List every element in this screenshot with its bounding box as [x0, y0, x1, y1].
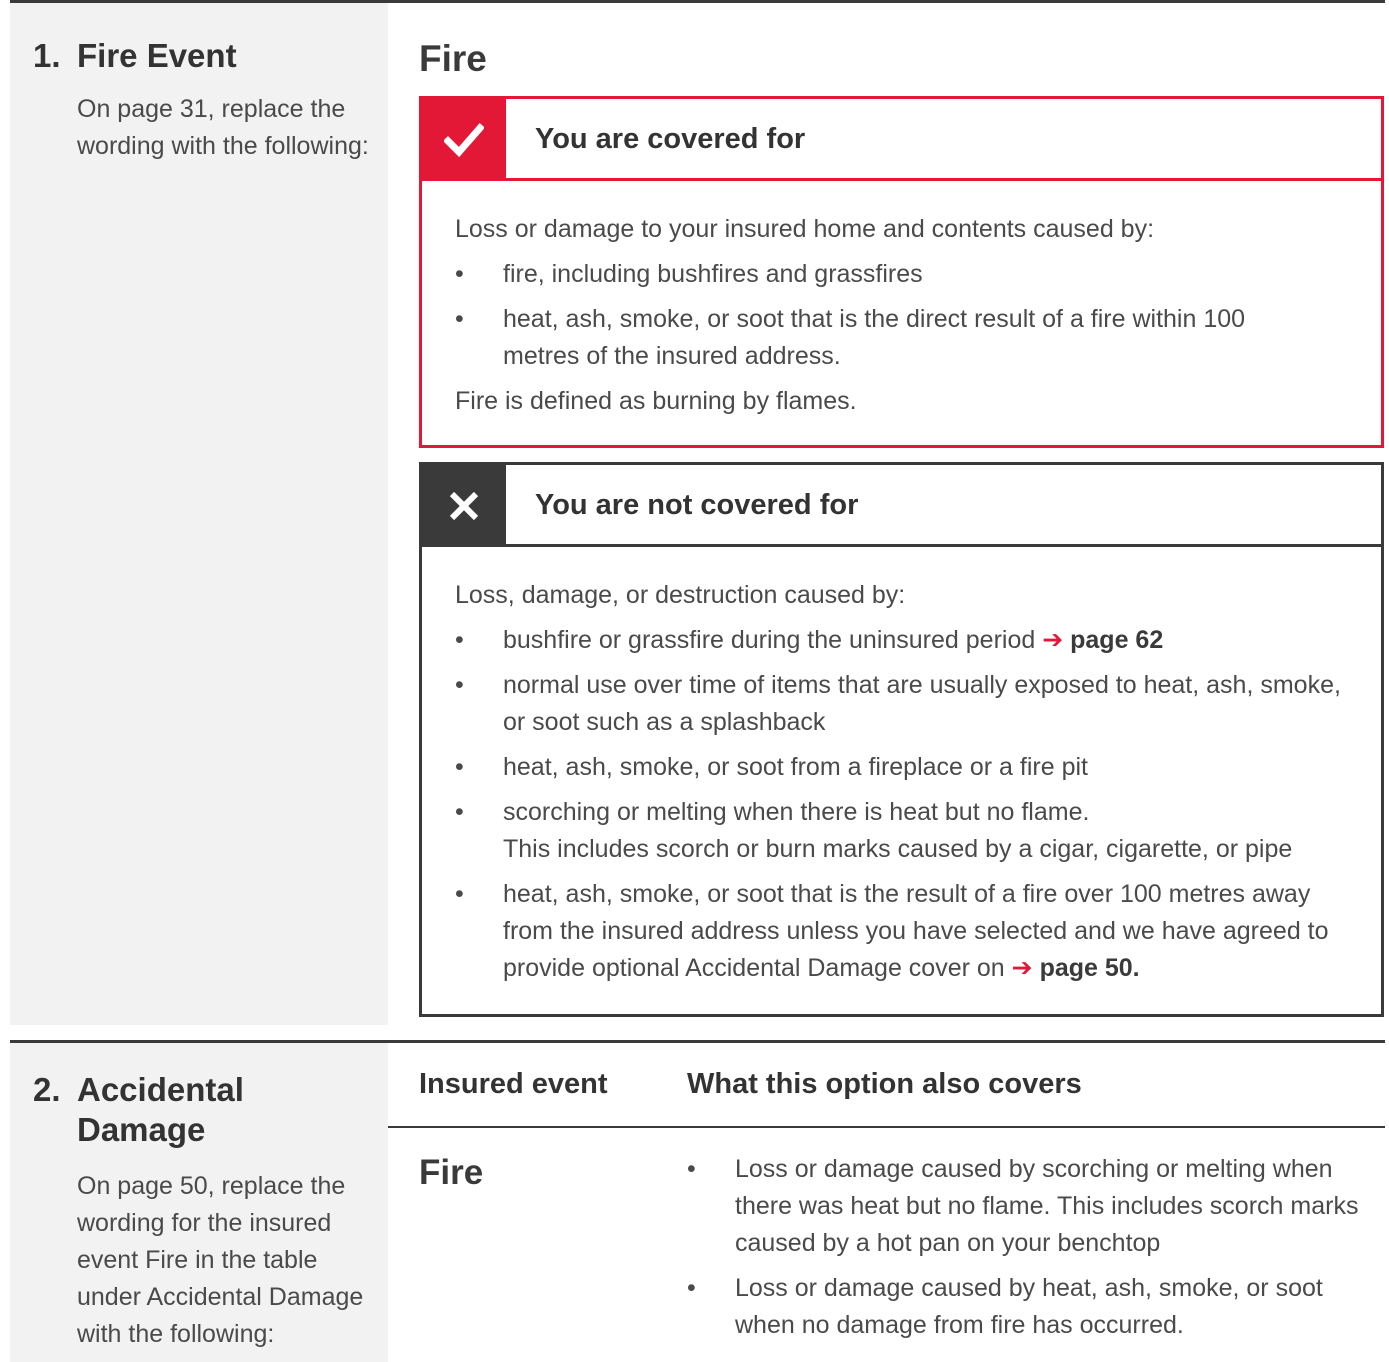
- table-cover-list: • Loss or damage caused by scorching or m…: [687, 1151, 1367, 1352]
- table-header-insured-event: Insured event: [419, 1068, 608, 1100]
- section-heading-text: Accidental: [77, 1071, 244, 1108]
- covered-box-header: You are covered for: [422, 99, 1381, 181]
- arrow-right-icon: ➔: [1011, 954, 1033, 982]
- not-covered-box: You are not covered for Loss, damage, or…: [419, 462, 1384, 1017]
- section-fire-event: 1. Fire Event On page 31, replace the wor…: [10, 0, 1385, 1025]
- list-item: • heat, ash, smoke, or soot that is the r…: [455, 880, 1329, 982]
- section-instruction: On page 50, replace the wording for the …: [77, 1172, 364, 1348]
- page-reference[interactable]: page 62: [1070, 626, 1163, 654]
- list-item: • bushfire or grassfire during the uninsu…: [455, 626, 1164, 654]
- close-icon: [422, 465, 506, 547]
- left-panel: 2. Accidental Damage On page 50, replace …: [10, 1043, 388, 1362]
- section-heading-text-line2: Damage: [77, 1111, 206, 1148]
- not-covered-intro: Loss, damage, or destruction caused by:: [455, 581, 906, 609]
- list-item: • heat, ash, smoke, or soot that is the d…: [455, 305, 1246, 370]
- section-heading: 1. Fire Event: [33, 36, 237, 76]
- not-covered-box-header: You are not covered for: [422, 465, 1381, 547]
- covered-box: You are covered for Loss or damage to yo…: [419, 96, 1384, 448]
- table-event-name: Fire: [419, 1153, 484, 1192]
- section-heading: 2. Accidental Damage: [33, 1070, 244, 1150]
- section-instruction: On page 31, replace the wording with the…: [77, 95, 369, 160]
- section-heading-text: Fire Event: [77, 37, 237, 74]
- not-covered-heading: You are not covered for: [535, 489, 859, 521]
- list-item: • heat, ash, smoke, or soot from a firepl…: [455, 753, 1088, 781]
- arrow-right-icon: ➔: [1042, 626, 1064, 654]
- covered-body: Loss or damage to your insured home and …: [422, 181, 1381, 420]
- table-divider: [388, 1126, 1385, 1128]
- list-item: • Loss or damage caused by heat, ash, smo…: [687, 1274, 1323, 1339]
- list-item: • scorching or melting when there is heat…: [455, 798, 1293, 863]
- section-number: 2.: [33, 1071, 61, 1108]
- list-item: • fire, including bushfires and grassfire…: [455, 260, 923, 288]
- not-covered-body: Loss, damage, or destruction caused by: …: [422, 547, 1381, 987]
- page-reference[interactable]: page 50.: [1040, 954, 1140, 982]
- covered-list: • fire, including bushfires and grassfire…: [455, 256, 1361, 375]
- table-header-covers: What this option also covers: [687, 1068, 1082, 1100]
- section-number: 1.: [33, 37, 61, 74]
- section-accidental-damage: 2. Accidental Damage On page 50, replace …: [10, 1040, 1385, 1362]
- page-title: Fire: [419, 38, 487, 79]
- checkmark-icon: [422, 99, 506, 181]
- covered-outro: Fire is defined as burning by flames.: [455, 387, 857, 415]
- list-item: • Loss or damage caused by scorching or m…: [687, 1155, 1359, 1257]
- left-panel: 1. Fire Event On page 31, replace the wor…: [10, 3, 388, 1025]
- covered-heading: You are covered for: [535, 123, 806, 155]
- list-item: • normal use over time of items that are …: [455, 671, 1341, 736]
- not-covered-list: • bushfire or grassfire during the uninsu…: [455, 622, 1361, 987]
- covered-intro: Loss or damage to your insured home and …: [455, 215, 1155, 243]
